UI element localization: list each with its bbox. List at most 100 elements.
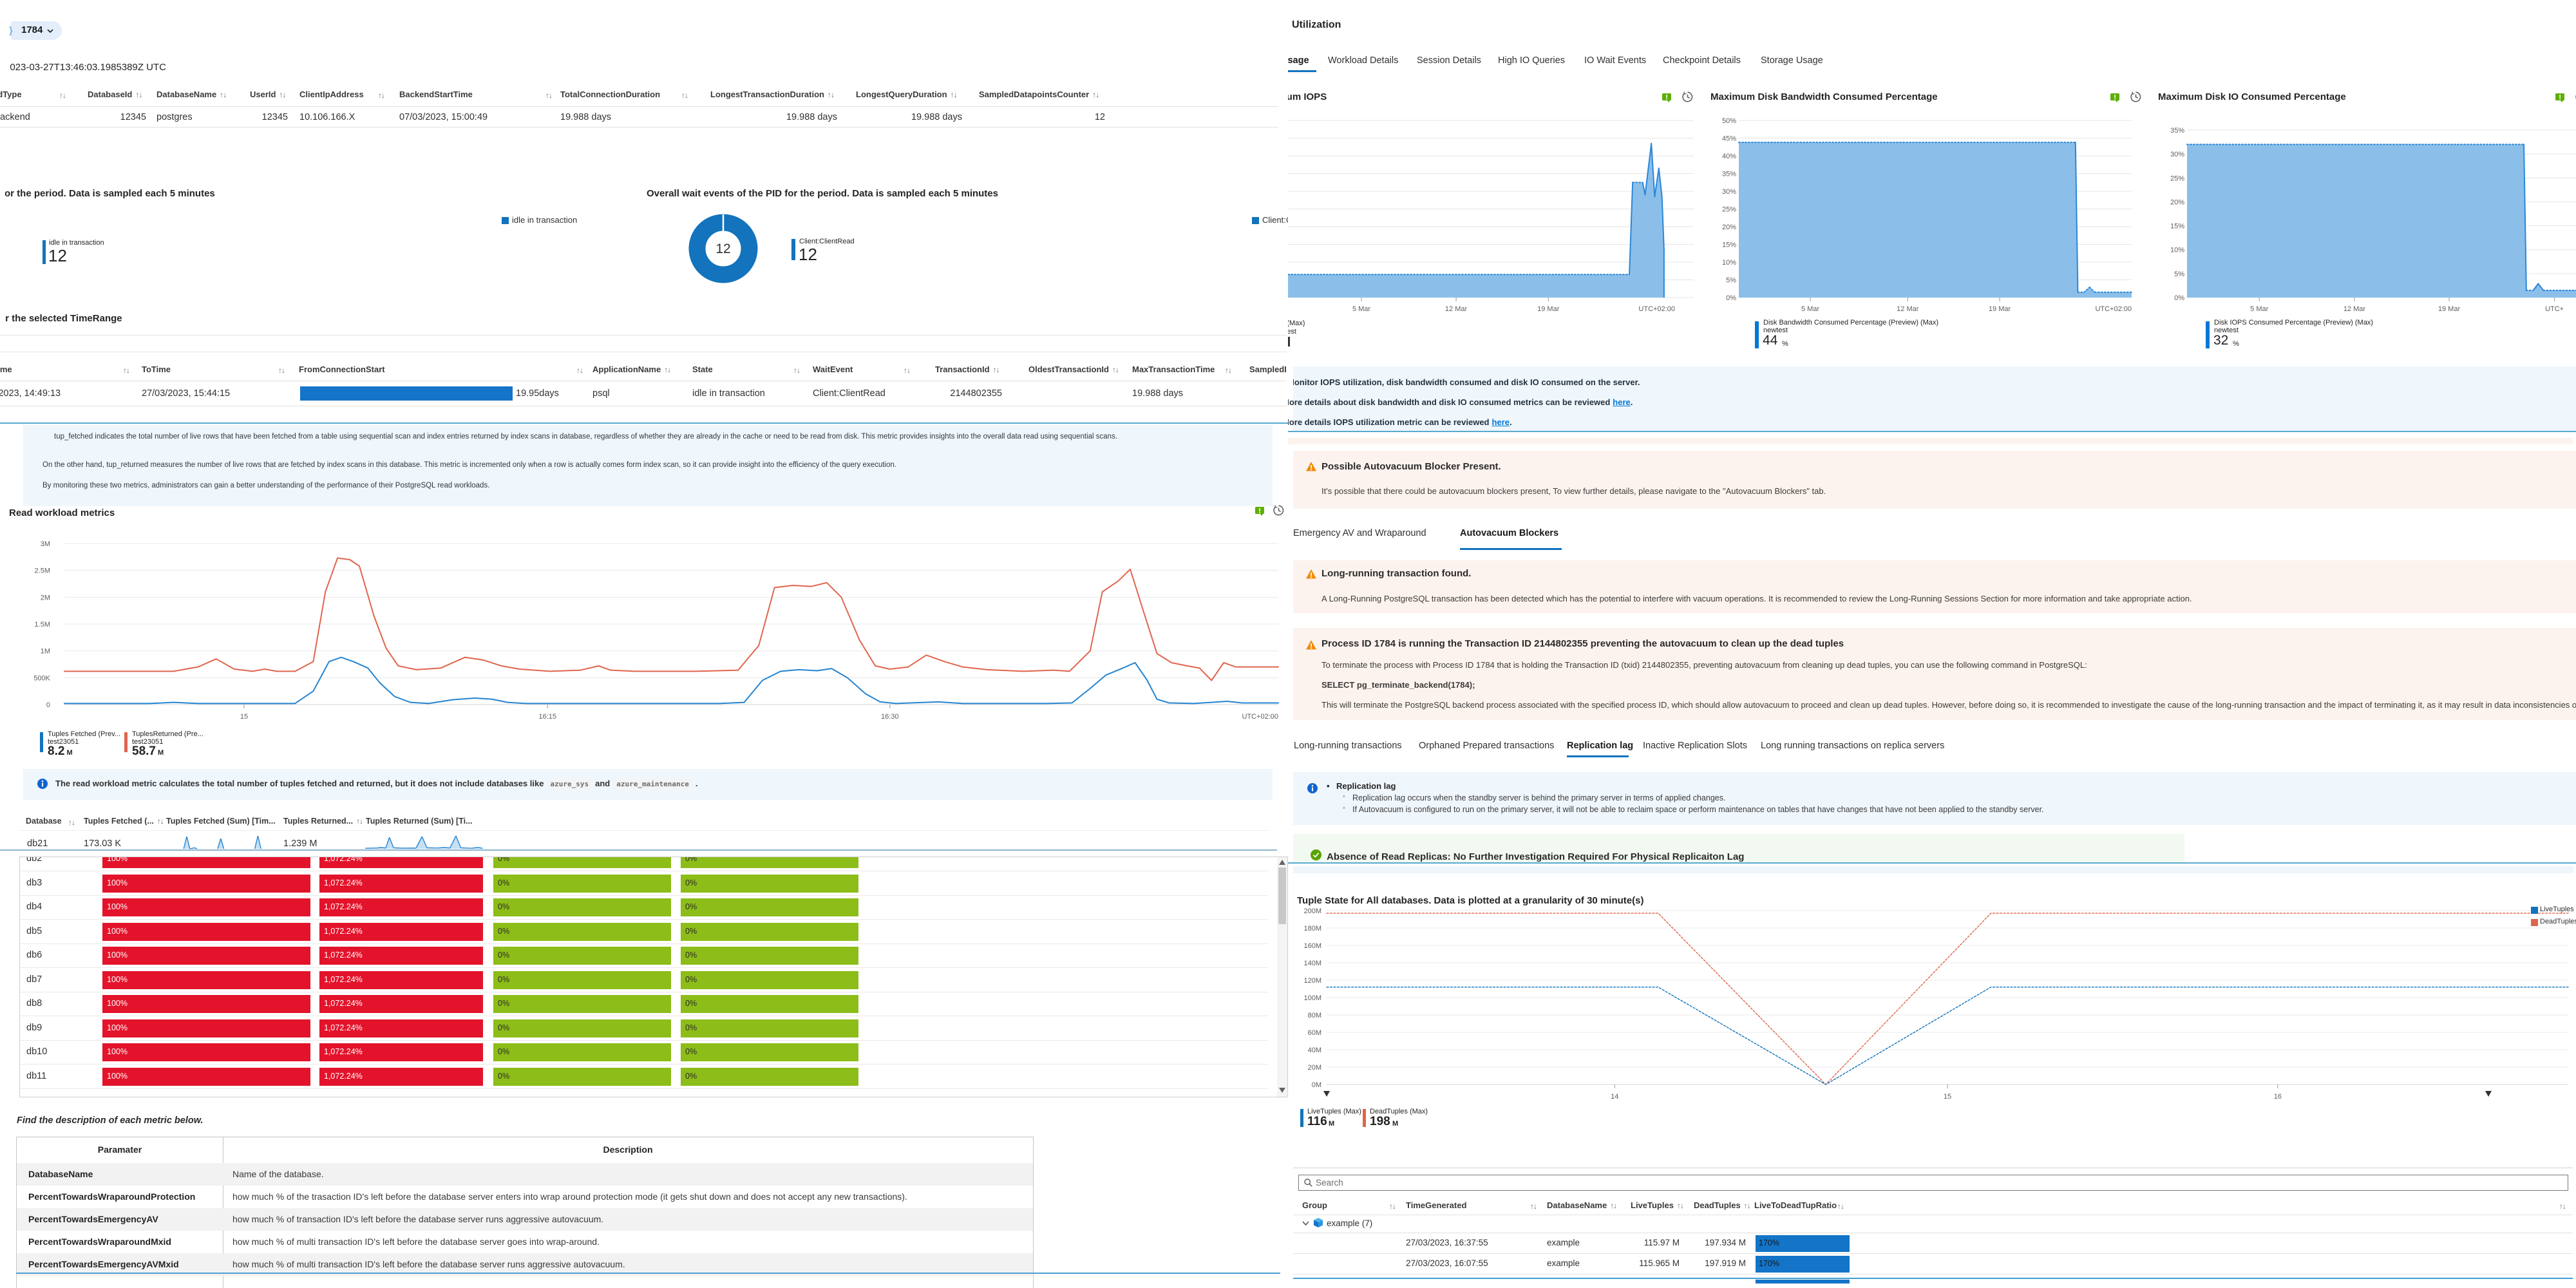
cell-database: db9 <box>26 1022 43 1033</box>
legend-series-name[interactable]: TuplesReturned (Pre... <box>132 730 204 738</box>
threshold-bar-green: 0% <box>681 1043 858 1061</box>
legend-series-name[interactable]: Tuples Fetched (Prev... <box>48 730 120 738</box>
cell-parameter: PercentTowardsWraparoundMxid <box>28 1236 171 1247</box>
bar-value: 0% <box>498 999 510 1008</box>
code-chip: azure_maintenance <box>614 779 692 789</box>
ratio-bar-sliver <box>1756 1280 1850 1283</box>
threshold-bar-red: 100% <box>102 922 310 941</box>
tuple-state-chart-path <box>1323 1091 1330 1097</box>
column-header[interactable]: LiveToDeadTupRatio <box>1754 1200 1837 1210</box>
bar-value: 0% <box>685 999 697 1008</box>
bar-value: 1,072.24% <box>324 1023 363 1032</box>
y-axis-label: 120M <box>1303 977 1321 985</box>
sort-arrows-icon[interactable]: ↑↓ <box>1744 1201 1751 1210</box>
sort-arrows-icon[interactable]: ↑↓ <box>1610 1201 1617 1210</box>
threshold-bar-green: 0% <box>493 947 671 965</box>
threshold-bar-red: 1,072.24% <box>319 1019 483 1037</box>
column-header[interactable]: DatabaseName ↑↓ <box>1547 1200 1617 1210</box>
sort-arrows-icon[interactable]: ↑↓ <box>68 818 75 827</box>
table-row: PercentTowardsWraparoundProtection how mu… <box>17 1186 1033 1208</box>
tuple-state-chart-polyline <box>1326 987 2569 1085</box>
threshold-bar-green: 0% <box>681 947 858 965</box>
legend-total-number: 58.7 <box>132 744 156 758</box>
tuple-state-chart: 200M 180M 160M 140M 120M 100M 80M 60M 40M 20M 0M 14… <box>1303 907 2569 1101</box>
scrollbar-up-arrow[interactable] <box>1279 860 1285 865</box>
bar-value: 0% <box>498 857 510 863</box>
infobar-text-before: The read workload metric calculates the … <box>55 779 544 788</box>
search-icon <box>1304 1179 1312 1187</box>
table-row: PercentTowardsEmergencyAV how much % of t… <box>17 1208 1033 1231</box>
grid-row: db9 100% 1,072.24% 0% 0% <box>20 1016 1287 1041</box>
sort-arrows-icon[interactable]: ↑↓ <box>1677 1201 1684 1210</box>
cell-databasename: example <box>1547 1258 1580 1268</box>
threshold-bar-green: 0% <box>681 1067 858 1086</box>
column-header[interactable]: TimeGenerated <box>1406 1200 1466 1210</box>
threshold-bar-green: 0% <box>493 922 671 941</box>
column-header[interactable]: Tuples Fetched (... ↑↓ <box>84 817 164 826</box>
cell-database: db2 <box>26 857 43 864</box>
cell-deadtuples: 197.919 M <box>1705 1258 1746 1268</box>
scrollbar-thumb[interactable] <box>1278 867 1286 924</box>
threshold-bar-red: 1,072.24% <box>319 874 483 893</box>
sort-arrows-icon[interactable]: ↑↓ <box>157 817 164 826</box>
sort-arrows-icon[interactable]: ↑↓ <box>356 817 363 826</box>
column-header[interactable]: Tuples Returned (Sum) [Ti... <box>366 817 473 826</box>
sort-arrows-icon[interactable]: ↑↓ <box>1530 1202 1537 1211</box>
sort-arrows-icon[interactable]: ↑↓ <box>1837 1202 1844 1211</box>
infobar-text-mid: and <box>595 779 611 788</box>
threshold-bar-red: 1,072.24% <box>319 971 483 989</box>
cell-database: db3 <box>26 877 43 888</box>
sort-arrows-icon[interactable]: ↑↓ <box>1389 1202 1396 1211</box>
column-header[interactable]: Group <box>1302 1200 1327 1210</box>
legend-label[interactable]: LiveTuples <box>2540 905 2574 913</box>
threshold-bar-red: 100% <box>102 874 310 893</box>
group-expand-chevron-icon <box>1302 1221 1309 1226</box>
threshold-bar-green: 0% <box>681 857 858 868</box>
threshold-bar-red: 1,072.24% <box>319 995 483 1013</box>
bar-value: 1,072.24% <box>324 926 363 936</box>
search-placeholder: Search <box>1316 1178 1343 1188</box>
group-label[interactable]: example (7) <box>1327 1218 1372 1228</box>
cell-database: db10 <box>26 1046 48 1057</box>
cell-description: how much % of transaction ID's left befo… <box>232 1214 604 1224</box>
tuples-fetched-sparkline-path <box>166 836 269 849</box>
info-icon <box>37 779 48 789</box>
column-header[interactable]: Tuples Fetched (Sum) [Tim... <box>166 817 276 826</box>
ratio-value: 170% <box>1759 1259 1779 1268</box>
legend-swatch <box>2531 919 2538 926</box>
tuple-state-chart-path <box>2485 1091 2492 1097</box>
column-header[interactable]: Database <box>26 817 62 826</box>
threshold-bar-red: 100% <box>102 1043 310 1061</box>
threshold-bar-red: 1,072.24% <box>319 1043 483 1061</box>
left-screenshot-pane: }17842023-03-27T13:46:03.1985389Z UTCBac… <box>0 0 1288 1288</box>
code-chip: azure_sys <box>547 779 592 789</box>
infobar-text: The read workload metric calculates the … <box>55 779 697 789</box>
column-header-description: Description <box>603 1144 653 1155</box>
cell-database: db21 <box>27 838 48 849</box>
y-axis-label: 2.5M <box>35 567 50 575</box>
threshold-bar-green: 0% <box>493 898 671 916</box>
threshold-bar-green: 0% <box>681 1019 858 1037</box>
sort-arrows-icon[interactable]: ↑↓ <box>2559 1202 2566 1211</box>
search-input[interactable]: Search <box>1298 1175 2568 1191</box>
threshold-bar-green: 0% <box>681 922 858 941</box>
table-row: DatabaseName Name of the database. <box>17 1163 1033 1186</box>
legend-total-unit: M <box>1392 1120 1399 1128</box>
cell-parameter: DatabaseName <box>28 1169 93 1179</box>
scrollbar-down-arrow[interactable] <box>1279 1088 1285 1093</box>
legend-total-unit: M <box>64 749 73 757</box>
column-header[interactable]: Tuples Returned... ↑↓ <box>283 817 363 826</box>
cell-tuples-fetched: 173.03 K <box>84 838 122 849</box>
threshold-bar-green: 0% <box>681 874 858 893</box>
vertical-scrollbar <box>1277 857 1287 1097</box>
column-header[interactable]: LiveTuples ↑↓ <box>1631 1200 1684 1210</box>
column-header[interactable]: DeadTuples ↑↓ <box>1694 1200 1751 1210</box>
ratio-bar: 170% <box>1756 1235 1850 1252</box>
bar-value: 1,072.24% <box>324 1071 363 1081</box>
legend-label[interactable]: DeadTuples <box>2540 918 2576 925</box>
threshold-bar-red: 1,072.24% <box>319 947 483 965</box>
bar-value: 0% <box>498 951 510 960</box>
search-icon-line <box>1309 1183 1312 1187</box>
bar-value: 1,072.24% <box>324 902 363 911</box>
bar-value: 0% <box>685 974 697 984</box>
